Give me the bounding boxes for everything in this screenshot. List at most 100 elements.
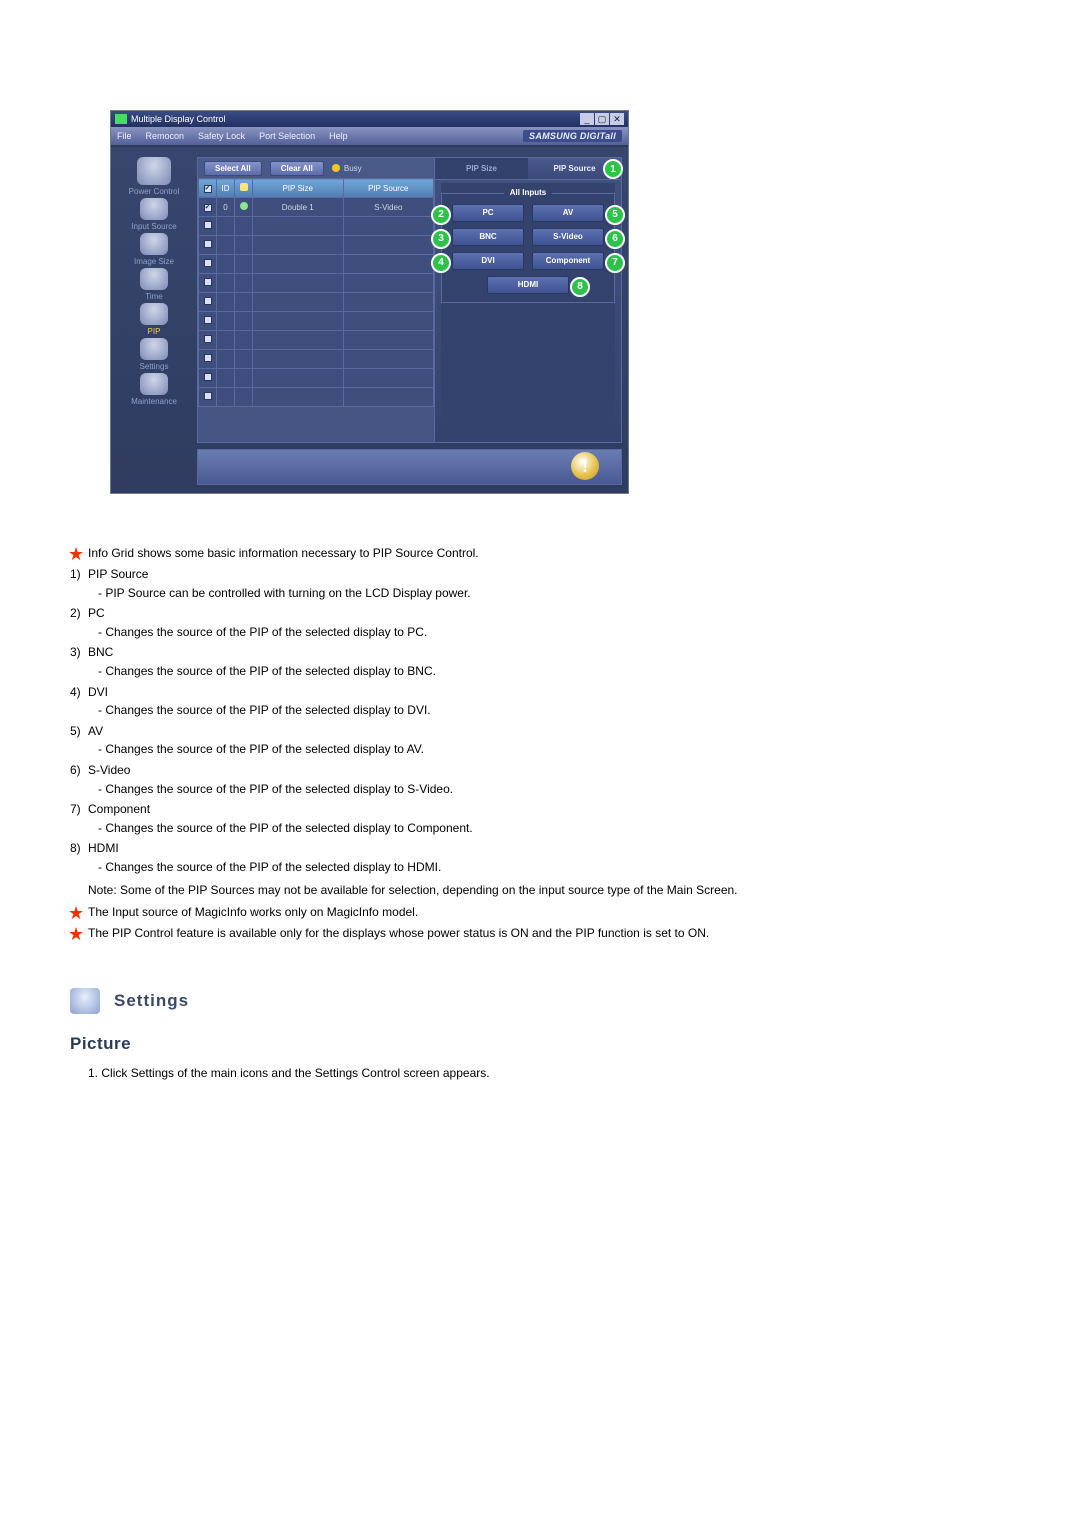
foot1-text: The Input source of MagicInfo works only… bbox=[88, 905, 418, 919]
item-title: S-Video bbox=[88, 763, 130, 777]
row-checkbox[interactable] bbox=[204, 316, 212, 324]
menu-file[interactable]: File bbox=[117, 131, 132, 141]
table-row[interactable] bbox=[199, 217, 434, 236]
sidebar-item-settings[interactable]: Settings bbox=[115, 338, 193, 371]
sidebar-item-power-control[interactable]: Power Control bbox=[115, 157, 193, 196]
step-number: 1. bbox=[88, 1066, 98, 1080]
row-checkbox[interactable] bbox=[204, 221, 212, 229]
table-row[interactable] bbox=[199, 255, 434, 274]
close-button[interactable]: ✕ bbox=[610, 113, 624, 125]
table-row[interactable] bbox=[199, 274, 434, 293]
sidebar-item-label: Power Control bbox=[115, 187, 193, 196]
button-label: HDMI bbox=[518, 280, 538, 289]
item-number: 2) bbox=[70, 604, 81, 623]
table-row[interactable] bbox=[199, 350, 434, 369]
row-checkbox[interactable] bbox=[204, 240, 212, 248]
table-row[interactable] bbox=[199, 312, 434, 331]
item-desc: - Changes the source of the PIP of the s… bbox=[88, 780, 1020, 799]
sidebar-item-image-size[interactable]: Image Size bbox=[115, 233, 193, 266]
list-item: 7) Component - Changes the source of the… bbox=[70, 800, 1020, 837]
button-label: DVI bbox=[481, 256, 494, 265]
row-id: 0 bbox=[217, 198, 235, 217]
numbered-list: 1) PIP Source - PIP Source can be contro… bbox=[70, 565, 1020, 877]
brand-label: SAMSUNG DIGITall bbox=[523, 130, 622, 142]
sidebar-item-time[interactable]: Time bbox=[115, 268, 193, 301]
menu-safety-lock[interactable]: Safety Lock bbox=[198, 131, 245, 141]
row-checkbox[interactable] bbox=[204, 259, 212, 267]
item-desc: - Changes the source of the PIP of the s… bbox=[88, 623, 1020, 642]
callout-badge: 3 bbox=[431, 229, 451, 249]
av-button[interactable]: AV 5 bbox=[532, 204, 604, 222]
tab-pip-size[interactable]: PIP Size bbox=[435, 158, 528, 180]
pc-button[interactable]: 2 PC bbox=[452, 204, 524, 222]
picture-subheading: Picture bbox=[70, 1034, 1020, 1054]
note-text: Note: Some of the PIP Sources may not be… bbox=[88, 881, 1020, 900]
image-size-icon bbox=[140, 233, 168, 255]
table-row[interactable] bbox=[199, 236, 434, 255]
table-row[interactable] bbox=[199, 369, 434, 388]
row-pip-size: Double 1 bbox=[253, 198, 344, 217]
row-checkbox[interactable] bbox=[204, 354, 212, 362]
busy-label: Busy bbox=[344, 164, 362, 173]
sidebar-item-label: Image Size bbox=[115, 257, 193, 266]
row-checkbox[interactable] bbox=[204, 335, 212, 343]
settings-icon bbox=[140, 338, 168, 360]
item-desc: - Changes the source of the PIP of the s… bbox=[88, 819, 1020, 838]
foot2-text: The PIP Control feature is available onl… bbox=[88, 926, 709, 940]
sidebar: Power Control Input Source Image Size Ti… bbox=[115, 157, 193, 483]
row-checkbox[interactable] bbox=[204, 392, 212, 400]
row-checkbox[interactable] bbox=[204, 278, 212, 286]
row-checkbox[interactable] bbox=[204, 373, 212, 381]
settings-section-header: Settings bbox=[70, 988, 1020, 1014]
callout-badge: 8 bbox=[570, 277, 590, 297]
table-row[interactable]: 0 Double 1 S-Video bbox=[199, 198, 434, 217]
menu-remocon[interactable]: Remocon bbox=[146, 131, 185, 141]
item-desc: - Changes the source of the PIP of the s… bbox=[88, 740, 1020, 759]
menu-port-selection[interactable]: Port Selection bbox=[259, 131, 315, 141]
item-number: 5) bbox=[70, 722, 81, 741]
sidebar-item-input-source[interactable]: Input Source bbox=[115, 198, 193, 231]
checkbox-icon[interactable] bbox=[204, 185, 212, 193]
foot-note: ★ The Input source of MagicInfo works on… bbox=[70, 903, 1020, 921]
callout-badge: 1 bbox=[603, 159, 623, 179]
button-label: BNC bbox=[479, 232, 496, 241]
row-pip-source: S-Video bbox=[343, 198, 434, 217]
component-button[interactable]: Component 7 bbox=[532, 252, 604, 270]
tab-pip-source[interactable]: PIP Source 1 bbox=[528, 158, 621, 180]
menu-help[interactable]: Help bbox=[329, 131, 348, 141]
info-grid-panel: Select All Clear All Busy bbox=[197, 157, 435, 443]
maximize-button[interactable]: ▢ bbox=[595, 113, 609, 125]
input-source-icon bbox=[140, 198, 168, 220]
intro-text: Info Grid shows some basic information n… bbox=[88, 546, 479, 560]
list-item: 2) PC - Changes the source of the PIP of… bbox=[70, 604, 1020, 641]
hdmi-button[interactable]: HDMI 8 bbox=[487, 276, 569, 294]
clear-all-button[interactable]: Clear All bbox=[270, 161, 324, 176]
item-number: 3) bbox=[70, 643, 81, 662]
list-item: 6) S-Video - Changes the source of the P… bbox=[70, 761, 1020, 798]
item-number: 4) bbox=[70, 683, 81, 702]
minimize-button[interactable]: _ bbox=[580, 113, 594, 125]
table-row[interactable] bbox=[199, 293, 434, 312]
star-icon: ★ bbox=[68, 921, 84, 948]
bnc-button[interactable]: 3 BNC bbox=[452, 228, 524, 246]
info-icon: ! bbox=[571, 452, 599, 480]
dvi-button[interactable]: 4 DVI bbox=[452, 252, 524, 270]
svideo-button[interactable]: S-Video 6 bbox=[532, 228, 604, 246]
item-title: PIP Source bbox=[88, 567, 148, 581]
row-checkbox[interactable] bbox=[204, 297, 212, 305]
grid-header-checkbox[interactable] bbox=[199, 179, 217, 198]
sidebar-item-pip[interactable]: PIP bbox=[115, 303, 193, 336]
table-row[interactable] bbox=[199, 388, 434, 407]
status-bar: ! bbox=[197, 449, 622, 485]
sidebar-item-maintenance[interactable]: Maintenance bbox=[115, 373, 193, 406]
document-body: ★ Info Grid shows some basic information… bbox=[70, 544, 1020, 1083]
row-checkbox[interactable] bbox=[204, 204, 212, 212]
sidebar-item-label: Time bbox=[115, 292, 193, 301]
picture-step: 1. Click Settings of the main icons and … bbox=[70, 1064, 1020, 1083]
settings-section-title: Settings bbox=[114, 991, 189, 1011]
table-row[interactable] bbox=[199, 331, 434, 350]
callout-badge: 7 bbox=[605, 253, 625, 273]
grid-header-pip-source: PIP Source bbox=[343, 179, 434, 198]
select-all-button[interactable]: Select All bbox=[204, 161, 262, 176]
sidebar-item-label: Input Source bbox=[115, 222, 193, 231]
